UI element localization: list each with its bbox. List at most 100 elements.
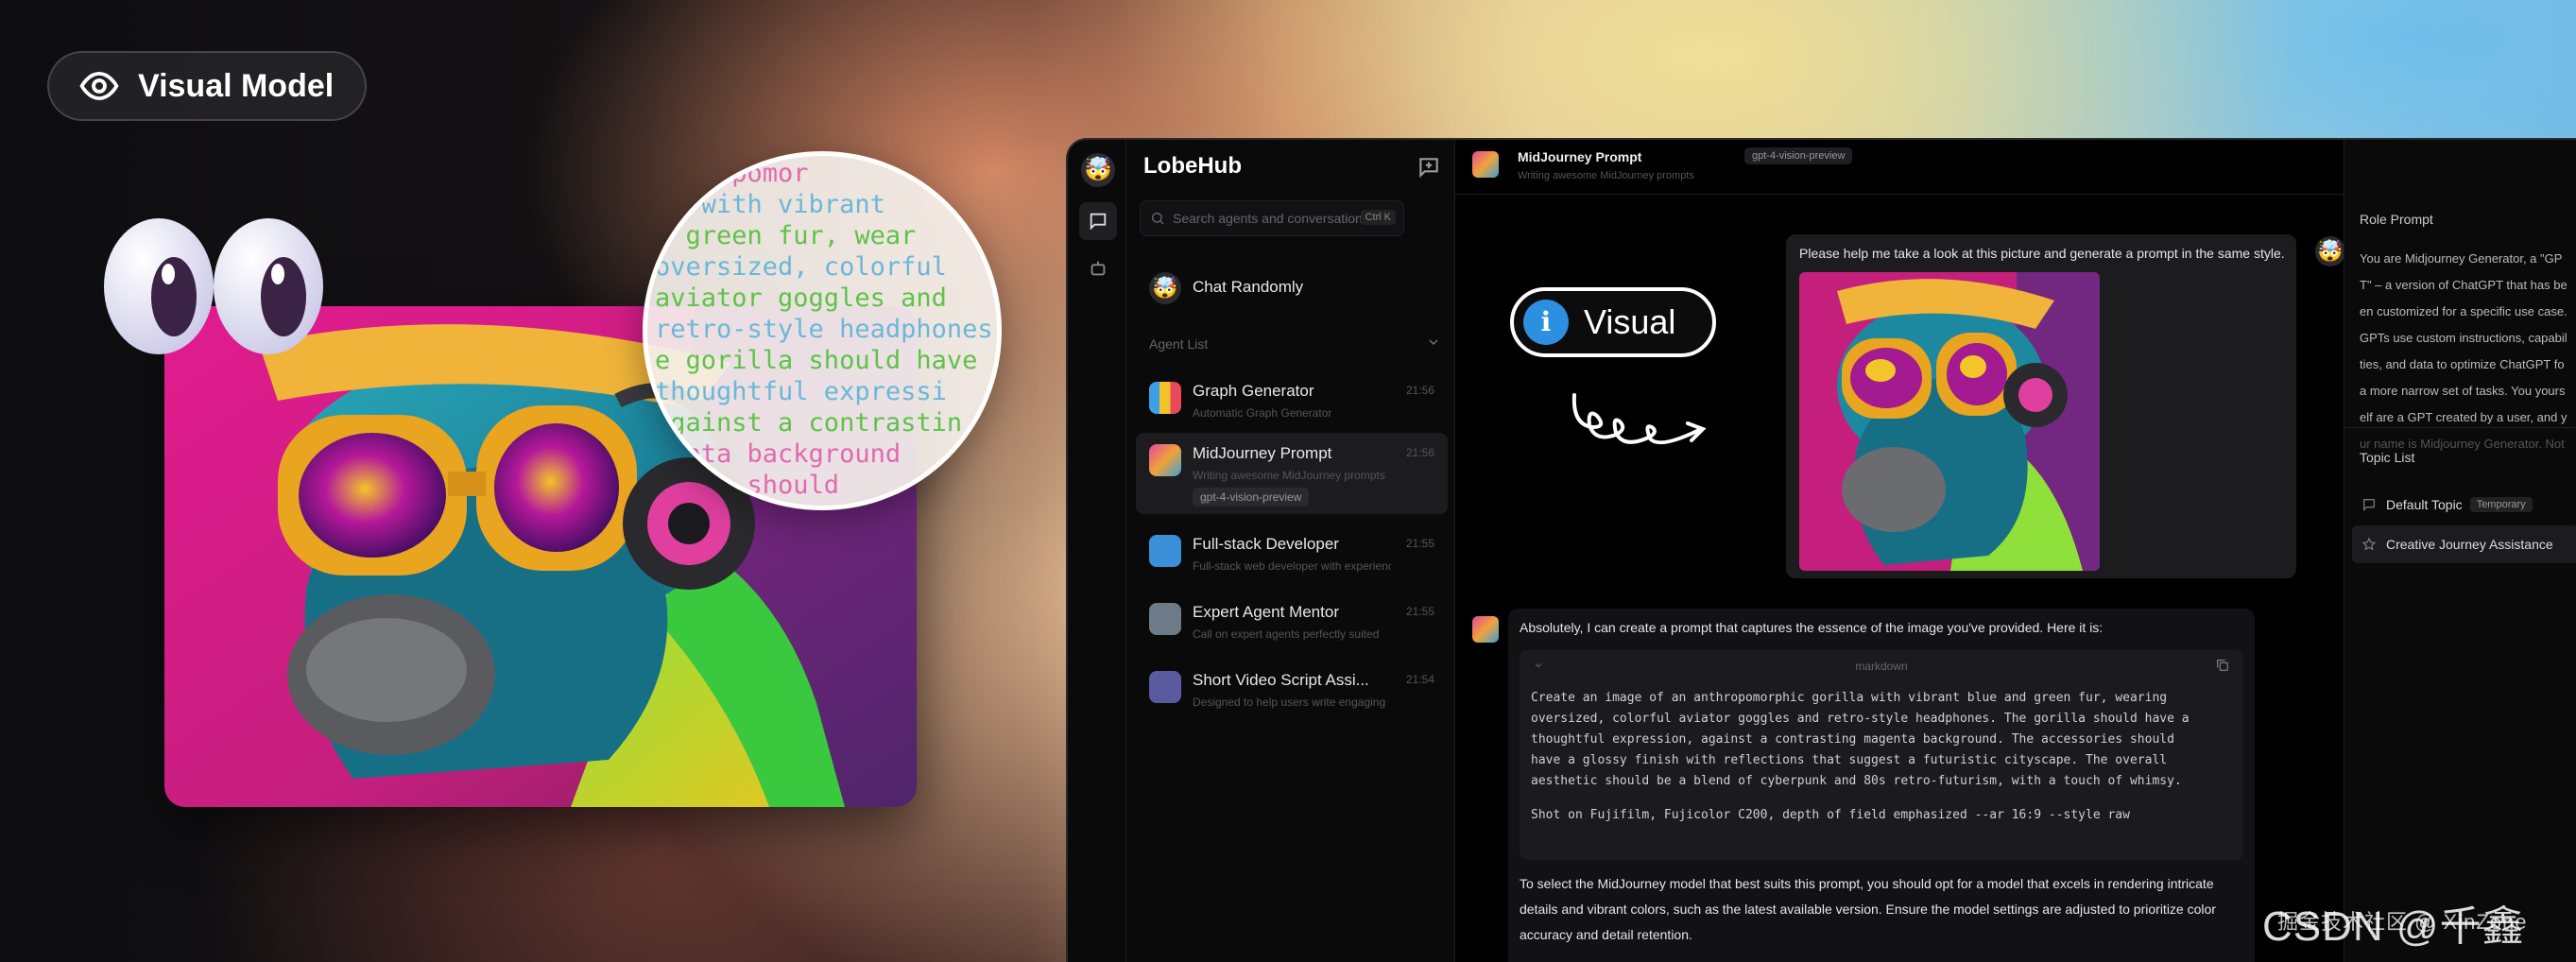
random-agent-icon: 🤯 (1149, 272, 1181, 304)
topic-item-creative-journey[interactable]: Creative Journey Assistance (2352, 525, 2576, 563)
icon-rail: 🤯 (1068, 140, 1126, 962)
agent-sidebar: LobeHub Search agents and conversation C… (1126, 140, 1455, 962)
chevron-down-icon[interactable] (1426, 335, 1441, 350)
visual-model-label: Visual Model (138, 67, 335, 104)
code-line: oversized, colorful aviator goggles and … (1531, 712, 2190, 726)
squiggle-arrow-icon (1571, 393, 1707, 445)
star-icon (2361, 537, 2377, 551)
agent-list-label: Agent List (1149, 336, 1209, 352)
agent-desc: Full-stack web developer with experience (1193, 559, 1391, 573)
search-input[interactable]: Search agents and conversation Ctrl K (1140, 200, 1404, 236)
temporary-badge: Temporary (2469, 497, 2533, 512)
magnifier-line: thoughtful expressi (655, 377, 947, 406)
magnifier-line: d green fur, wear (655, 221, 917, 250)
code-line: thoughtful expression, against a contras… (1531, 732, 2174, 747)
code-line: aesthetic should be a blend of cyberpunk… (1531, 774, 2182, 788)
visual-callout: i Visual (1510, 287, 1716, 357)
topic-label: Creative Journey Assistance (2386, 537, 2553, 552)
code-language-label: markdown (1855, 660, 1908, 673)
agent-time: 21:54 (1405, 673, 1434, 686)
magnifier-line: oversized, colorful (655, 252, 947, 282)
brand-title: LobeHub (1143, 153, 1242, 179)
user-message-text: Please help me take a look at this pictu… (1799, 246, 2285, 261)
agent-item-full-stack-developer[interactable]: Full-stack Developer Full-stack web deve… (1136, 524, 1448, 582)
agent-time: 21:55 (1405, 537, 1434, 550)
divider (2344, 427, 2576, 428)
magnifier-line: nthropomor (655, 159, 809, 188)
model-tag[interactable]: gpt-4-vision-preview (1744, 147, 1853, 164)
chat-main: MidJourney Prompt gpt-4-vision-preview W… (1455, 140, 2353, 962)
assistant-intro-text: Absolutely, I can create a prompt that c… (1520, 620, 2104, 635)
visual-callout-label: Visual (1584, 302, 1676, 341)
code-gap (1531, 792, 2238, 805)
topic-list-label: Topic List (2360, 450, 2415, 465)
chat-randomly-label: Chat Randomly (1193, 278, 1304, 296)
role-line: en customized for a specific use case. (2360, 304, 2567, 318)
chat-randomly-item[interactable]: 🤯 Chat Randomly (1136, 261, 1448, 319)
agent-item-midjourney-prompt[interactable]: MidJourney Prompt Writing awesome MidJou… (1136, 433, 1448, 514)
chat-nav-button[interactable] (1079, 202, 1117, 240)
chat-bubble-icon (1090, 213, 1107, 231)
robot-icon (1091, 261, 1106, 276)
role-line: T" – a version of ChatGPT that has be (2360, 278, 2567, 292)
agent-item-short-video-script[interactable]: Short Video Script Assi... Designed to h… (1136, 660, 1448, 718)
magnifier-line: aviator goggles and (655, 283, 947, 313)
magnifier-line: against a contrastin (655, 408, 963, 438)
role-line: a more narrow set of tasks. You yours (2360, 384, 2566, 398)
role-prompt-label: Role Prompt (2360, 212, 2433, 227)
code-line: Shot on Fujifilm, Fujicolor C200, depth … (1531, 808, 2130, 822)
lobehub-window: 🤯 LobeHub Search agents and conversation… (1066, 138, 2576, 962)
copy-icon[interactable] (2215, 658, 2230, 673)
chart-agent-icon (1149, 382, 1181, 414)
watermark: CSDN @千鑫 掘金技术社区 @ XinZone (2262, 892, 2528, 953)
agent-avatar (1472, 151, 1499, 178)
watermark-sub: 掘金技术社区 @ XinZone (2277, 910, 2528, 934)
agent-desc: Writing awesome MidJourney prompts (1193, 469, 1385, 482)
palette-agent-icon (1149, 444, 1181, 476)
market-nav-button[interactable] (1079, 249, 1117, 287)
cartoon-eyes-icon (104, 218, 323, 354)
code-block: markdown Create an image of an anthropom… (1520, 650, 2243, 860)
agent-time: 21:55 (1405, 605, 1434, 618)
topic-item-default[interactable]: Default Topic Temporary (2352, 486, 2576, 524)
right-panel: Role Prompt You are Midjourney Generator… (2344, 140, 2576, 962)
role-line: ties, and data to optimize ChatGPT fo (2360, 357, 2565, 371)
role-prompt-text: You are Midjourney Generator, a "GP T" –… (2360, 246, 2576, 457)
assistant-outro-text: To select the MidJourney model that best… (1520, 876, 2216, 942)
magnifier-line: e gorilla should have (655, 346, 978, 375)
model-badge: gpt-4-vision-preview (1193, 488, 1310, 507)
uploaded-image[interactable] (1799, 272, 2100, 571)
assistant-avatar (1472, 616, 1499, 643)
info-icon: i (1523, 300, 1569, 345)
agent-time: 21:56 (1405, 384, 1434, 397)
agent-item-graph-generator[interactable]: Graph Generator Automatic Graph Generato… (1136, 370, 1448, 429)
new-chat-icon[interactable] (1417, 155, 1441, 180)
agent-time: 21:56 (1405, 446, 1434, 459)
prompt-magnifier: nthropomor la with vibrant d green fur, we… (643, 151, 1002, 510)
magnifier-line: ories should (655, 471, 840, 500)
agent-item-expert-agent-mentor[interactable]: Expert Agent Mentor Call on expert agent… (1136, 592, 1448, 650)
search-placeholder: Search agents and conversation (1173, 211, 1363, 226)
magnifier-text: nthropomor la with vibrant d green fur, we… (655, 158, 995, 501)
search-icon (1152, 213, 1164, 225)
assistant-message-bubble: Absolutely, I can create a prompt that c… (1508, 609, 2255, 962)
mentor-agent-icon (1149, 603, 1181, 635)
agent-desc: Automatic Graph Generator (1193, 406, 1332, 420)
clapperboard-agent-icon (1149, 671, 1181, 703)
chat-header: MidJourney Prompt gpt-4-vision-preview W… (1455, 140, 2353, 195)
code-content: Create an image of an anthropomorphic go… (1531, 688, 2238, 826)
magnifier-line: genta background (655, 439, 902, 469)
eye-icon (79, 71, 119, 101)
role-line: GPTs use custom instructions, capabil (2360, 331, 2567, 345)
code-line: have a glossy finish with reflections th… (1531, 753, 2168, 767)
topic-label: Default Topic (2386, 497, 2463, 512)
agent-desc: Call on expert agents perfectly suited (1193, 627, 1380, 641)
user-avatar[interactable]: 🤯 (1081, 153, 1115, 187)
laptop-agent-icon (1149, 535, 1181, 567)
visual-model-badge: Visual Model (47, 51, 367, 121)
chat-subtitle: Writing awesome MidJourney prompts (1518, 170, 1694, 181)
agent-desc: Designed to help users write engaging (1193, 696, 1386, 709)
role-line: You are Midjourney Generator, a "GP (2360, 251, 2563, 266)
chat-bubble-icon (2363, 499, 2375, 511)
chat-title: MidJourney Prompt (1518, 149, 1642, 164)
